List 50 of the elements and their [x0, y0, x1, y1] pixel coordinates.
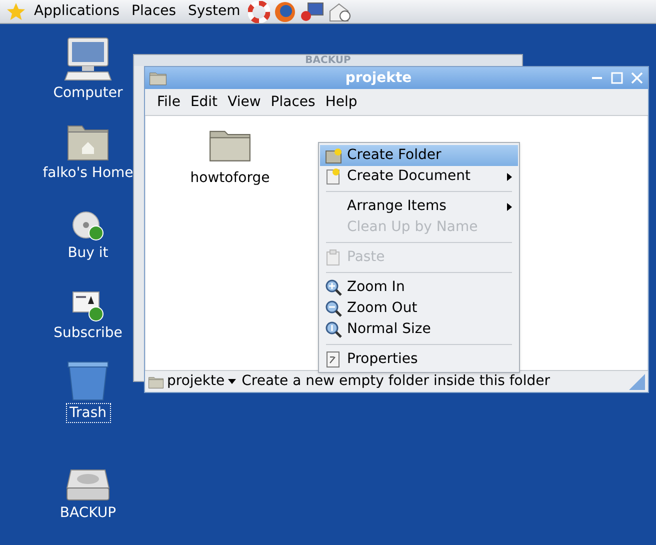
desktop-icon-label[interactable]: Buy it: [64, 244, 112, 262]
menu-bar-item[interactable]: File: [153, 92, 184, 112]
desktop-icon-label[interactable]: Trash: [66, 404, 110, 422]
menu-bar-item[interactable]: View: [224, 92, 265, 112]
desktop-icon-label[interactable]: BACKUP: [56, 504, 120, 522]
location-button[interactable]: projekte: [148, 371, 242, 392]
submenu-arrow-icon: [507, 202, 512, 210]
menu-item[interactable]: Create Document: [320, 166, 518, 187]
trash-icon: [66, 360, 110, 402]
menu-item[interactable]: Zoom In: [320, 277, 518, 298]
menu-item[interactable]: Properties: [320, 349, 518, 370]
desktop-icon-label[interactable]: falko's Home: [40, 164, 136, 182]
submenu-arrow-icon: [507, 172, 512, 180]
cd-cart-icon: [71, 210, 105, 242]
menu-bar-item[interactable]: Help: [321, 92, 362, 112]
desktop-icon-label[interactable]: Computer: [50, 84, 126, 102]
menu-item[interactable]: Normal Size: [320, 319, 518, 340]
maximize-icon[interactable]: [610, 71, 624, 85]
clipboard-icon: [325, 249, 341, 266]
window-title: projekte: [344, 68, 413, 88]
folder-icon: [148, 374, 164, 388]
new-document-icon: [325, 168, 341, 185]
globe-icon[interactable]: [274, 0, 296, 22]
panel-menu[interactable]: Applications: [30, 1, 124, 22]
document-cart-icon: [71, 290, 105, 322]
panel-menu[interactable]: Places: [128, 1, 180, 22]
menu-bar-item[interactable]: Edit: [186, 92, 222, 112]
desktop-icon-label[interactable]: Subscribe: [50, 324, 126, 342]
menu-item[interactable]: Create Folder: [320, 145, 518, 166]
status-message: Create a new empty folder inside this folder: [242, 372, 551, 391]
monitor-icon[interactable]: [300, 0, 324, 22]
new-folder-icon: [325, 148, 343, 164]
close-icon[interactable]: [630, 71, 644, 85]
lifebuoy-icon[interactable]: [248, 0, 270, 22]
menu-bar-item[interactable]: Places: [266, 92, 320, 112]
document-properties-icon: [325, 351, 341, 368]
menu-item[interactable]: Zoom Out: [320, 298, 518, 319]
zoom-out-icon: [325, 300, 342, 317]
dropdown-arrow-icon: [228, 379, 236, 384]
star-icon[interactable]: [6, 2, 26, 22]
folder-label[interactable]: howtoforge: [190, 168, 270, 189]
window-title: BACKUP: [305, 55, 351, 66]
panel-menu[interactable]: System: [184, 1, 244, 22]
folder-icon: [149, 70, 167, 86]
computer-icon: [64, 36, 112, 82]
zoom-in-icon: [325, 279, 342, 296]
resize-grip-icon[interactable]: [629, 374, 645, 390]
menu-item[interactable]: Arrange Items: [320, 196, 518, 217]
hard-drive-icon: [65, 468, 111, 502]
magnifier-icon: [325, 321, 342, 338]
